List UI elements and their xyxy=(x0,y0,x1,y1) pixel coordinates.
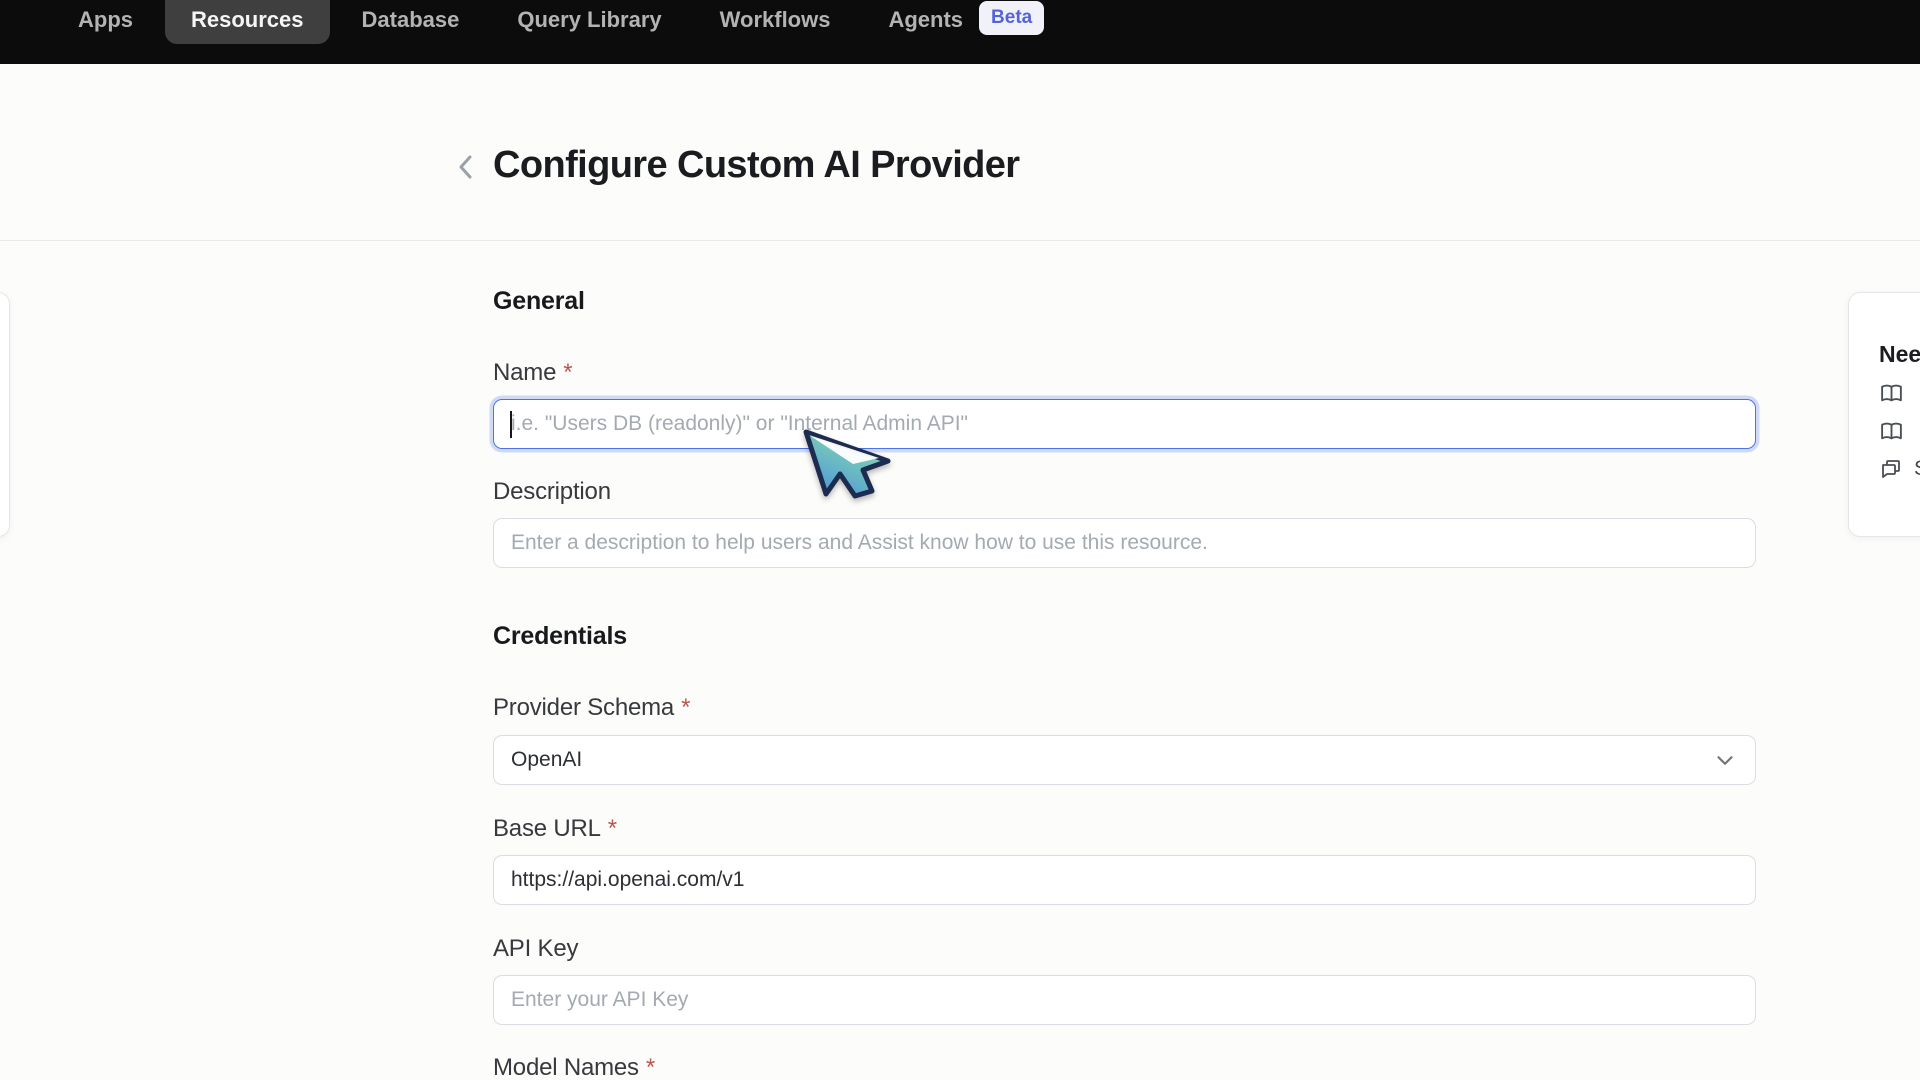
required-marker: * xyxy=(563,359,572,386)
base-url-input[interactable] xyxy=(493,855,1756,905)
help-link-docs-1[interactable] xyxy=(1879,381,1920,406)
provider-schema-select[interactable]: OpenAI xyxy=(493,735,1756,785)
nav-item-agents-label: Agents xyxy=(888,8,963,32)
book-icon xyxy=(1879,381,1904,406)
nav-item-resources[interactable]: Resources xyxy=(165,0,330,44)
required-marker: * xyxy=(681,694,690,721)
base-url-label: Base URL * xyxy=(493,815,1756,843)
required-marker: * xyxy=(646,1054,655,1080)
help-panel: Nee S xyxy=(1848,292,1920,537)
configure-ai-provider-page: Apps Resources Database Query Library Wo… xyxy=(0,0,1920,1080)
description-label: Description xyxy=(493,478,1756,506)
page-title: Configure Custom AI Provider xyxy=(493,144,1020,187)
book-icon xyxy=(1879,419,1904,444)
chevron-left-icon xyxy=(455,152,477,182)
name-input[interactable] xyxy=(493,399,1756,449)
provider-schema-label: Provider Schema * xyxy=(493,694,1756,722)
name-label-text: Name xyxy=(493,359,556,386)
model-names-label-text: Model Names xyxy=(493,1054,639,1080)
beta-badge: Beta xyxy=(979,1,1044,35)
description-input[interactable] xyxy=(493,518,1756,568)
top-nav: Apps Resources Database Query Library Wo… xyxy=(0,0,1920,64)
nav-item-agents[interactable]: Agents Beta xyxy=(888,5,1044,35)
provider-schema-label-text: Provider Schema xyxy=(493,694,674,721)
nav-item-query-library[interactable]: Query Library xyxy=(517,8,661,32)
chevron-down-icon xyxy=(1712,747,1738,773)
name-label: Name * xyxy=(493,359,1756,387)
help-panel-heading: Nee xyxy=(1879,341,1920,368)
text-caret xyxy=(510,411,512,438)
api-key-input[interactable] xyxy=(493,975,1756,1025)
back-button[interactable] xyxy=(448,148,484,186)
general-section-heading: General xyxy=(493,287,1756,316)
provider-schema-selected-value: OpenAI xyxy=(511,748,582,772)
required-marker: * xyxy=(608,815,617,842)
help-link-docs-2[interactable] xyxy=(1879,419,1920,444)
model-names-label: Model Names * xyxy=(493,1054,1756,1080)
base-url-label-text: Base URL xyxy=(493,815,601,842)
chat-icon xyxy=(1879,457,1903,481)
help-link-contact[interactable]: S xyxy=(1879,457,1920,481)
left-peek-card xyxy=(0,292,10,537)
api-key-label: API Key xyxy=(493,935,1756,963)
credentials-section-heading: Credentials xyxy=(493,622,1756,651)
nav-item-apps[interactable]: Apps xyxy=(78,8,133,32)
nav-item-database[interactable]: Database xyxy=(362,8,460,32)
header-divider xyxy=(0,240,1920,241)
nav-item-workflows[interactable]: Workflows xyxy=(720,8,831,32)
help-link-contact-text: S xyxy=(1914,457,1920,481)
